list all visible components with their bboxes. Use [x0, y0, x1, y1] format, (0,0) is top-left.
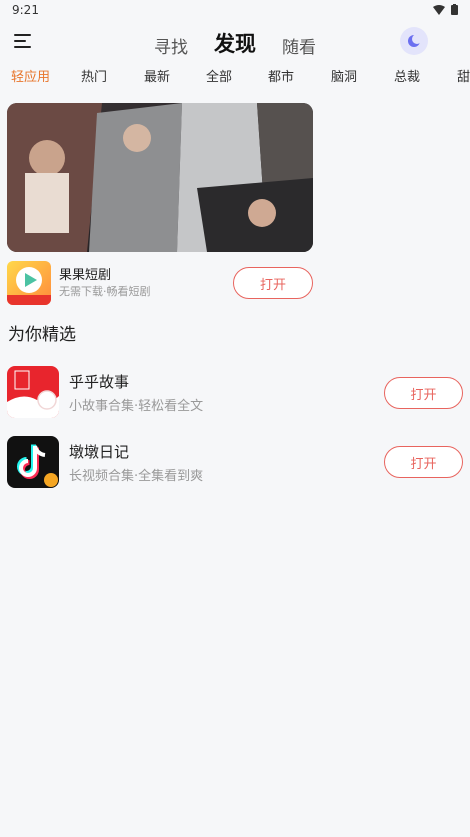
- app-desc: 小故事合集·轻松看全文: [69, 399, 204, 414]
- featured-app-row[interactable]: 果果短剧 无需下载·畅看短剧 打开: [7, 261, 313, 305]
- list-item[interactable]: 墩墩日记 长视频合集·全集看到爽 打开: [7, 436, 463, 488]
- open-guoguo-button[interactable]: 打开: [233, 267, 313, 299]
- category-tabs: 轻应用 热门 最新 全部 都市 脑洞 总裁 甜: [0, 62, 470, 88]
- tiktok-logo-icon: [7, 436, 59, 488]
- category-brainhole[interactable]: 脑洞: [331, 66, 357, 85]
- open-dundun-button[interactable]: 打开: [384, 446, 463, 478]
- status-bar: 9:21: [0, 0, 470, 22]
- tab-discover[interactable]: 发现: [214, 28, 256, 58]
- category-sweet[interactable]: 甜: [457, 66, 470, 85]
- section-title: 为你精选: [8, 325, 76, 345]
- status-time: 9:21: [12, 3, 39, 17]
- theme-toggle-button[interactable]: [400, 27, 428, 55]
- featured-app-desc: 无需下载·畅看短剧: [59, 285, 151, 298]
- featured-banner[interactable]: [7, 103, 313, 252]
- open-huhu-button[interactable]: 打开: [384, 377, 463, 409]
- tab-watch[interactable]: 随看: [282, 33, 316, 58]
- category-urban[interactable]: 都市: [268, 66, 294, 85]
- category-all[interactable]: 全部: [206, 66, 232, 85]
- category-hot[interactable]: 热门: [81, 66, 107, 85]
- header: 寻找 发现 随看: [0, 22, 470, 62]
- battery-icon: [451, 4, 458, 15]
- category-latest[interactable]: 最新: [144, 66, 170, 85]
- dundun-app-icon: [7, 436, 59, 488]
- status-icons: [433, 4, 458, 15]
- banner-image: [7, 103, 313, 252]
- huhu-app-icon: [7, 366, 59, 418]
- play-icon: [7, 261, 51, 305]
- wifi-icon: [433, 4, 445, 15]
- moon-icon: [408, 34, 422, 47]
- list-item[interactable]: 乎乎故事 小故事合集·轻松看全文 打开: [7, 366, 463, 418]
- category-ceo[interactable]: 总裁: [394, 66, 420, 85]
- category-light-apps[interactable]: 轻应用: [11, 66, 50, 85]
- app-name: 乎乎故事: [69, 373, 130, 391]
- tab-search[interactable]: 寻找: [154, 33, 188, 58]
- app-desc: 长视频合集·全集看到爽: [69, 469, 204, 484]
- huhu-logo-icon: [7, 366, 59, 418]
- featured-app-name: 果果短剧: [59, 268, 112, 283]
- guoguo-app-icon: [7, 261, 51, 305]
- app-name: 墩墩日记: [69, 443, 130, 461]
